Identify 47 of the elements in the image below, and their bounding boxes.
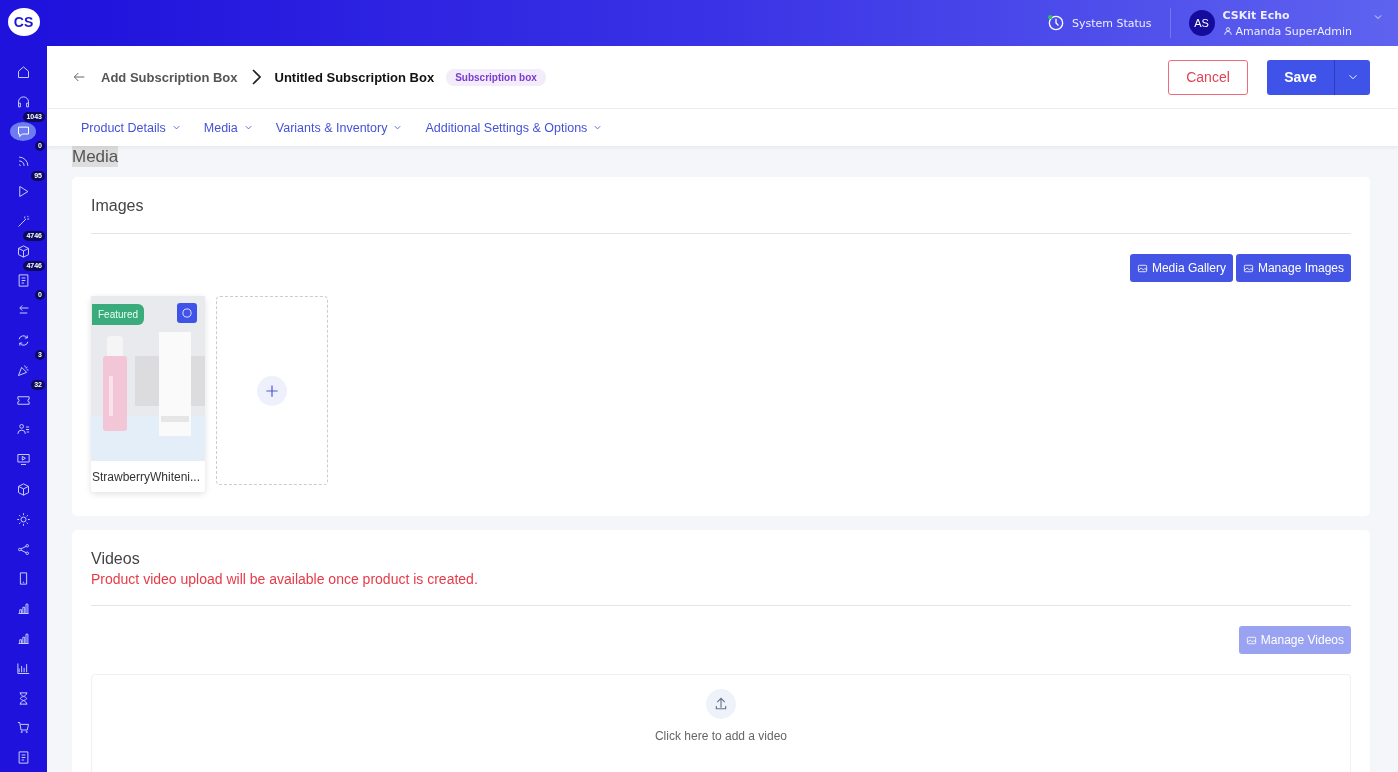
document-icon <box>15 273 31 289</box>
chat-icon <box>15 124 31 140</box>
media-button[interactable]: Media Gallery <box>1129 254 1233 282</box>
logo[interactable]: CS <box>7 8 40 36</box>
document-icon <box>15 750 31 766</box>
cart-icon <box>15 720 31 736</box>
organization-name: CSKit Echo <box>1222 8 1291 22</box>
notice-text: Product video upload will be available once product is created. <box>91 571 479 587</box>
person-icon <box>1222 26 1233 36</box>
chevron-icon <box>251 69 261 85</box>
video-screen-icon <box>15 452 31 468</box>
page-title: Untitled Subscription Box <box>274 69 435 85</box>
image-icon <box>1242 262 1254 274</box>
file-name: StrawberryWhiteni... <box>91 469 202 486</box>
video-upload-area[interactable]: Click here to add a video <box>91 674 1351 772</box>
cancel-button[interactable]: Cancel <box>1168 59 1248 95</box>
section-tab[interactable]: Media <box>203 120 254 135</box>
share-icon <box>15 541 31 557</box>
upload-hint: Click here to add a video <box>654 729 788 743</box>
avatar[interactable]: AS <box>1188 10 1215 36</box>
sidebar-item[interactable] <box>10 122 36 142</box>
section-tab[interactable]: Variants & Inventory <box>275 120 404 135</box>
section-title: Media <box>72 146 119 167</box>
section-tab[interactable]: Additional Settings & Options <box>425 120 604 135</box>
system-status-button[interactable]: System Status <box>1045 13 1152 33</box>
image-tile[interactable]: Featured StrawberryWhiteni... <box>91 296 205 492</box>
save-options-button[interactable] <box>1334 59 1370 95</box>
upload-icon <box>706 689 736 719</box>
image-icon <box>1136 262 1148 274</box>
save-button[interactable]: Save <box>1267 59 1334 95</box>
home-icon <box>15 64 31 80</box>
type-tag: Subscription box <box>446 68 546 86</box>
cube-icon <box>15 481 31 497</box>
featured-badge: Featured <box>92 304 145 325</box>
breadcrumb-link[interactable]: Add Subscription Box <box>101 69 238 85</box>
more-button[interactable] <box>177 303 197 323</box>
headset-icon <box>15 94 31 110</box>
add-image-tile[interactable] <box>216 296 328 485</box>
user-name: Amanda SuperAdmin <box>1235 24 1352 38</box>
plus-icon <box>257 375 287 406</box>
media-button[interactable]: Manage Images <box>1235 254 1351 282</box>
card-title: Images <box>91 197 145 215</box>
image-icon <box>1245 634 1257 646</box>
clock-icon <box>1045 13 1066 33</box>
cube-icon <box>15 243 31 259</box>
section-tab[interactable]: Product Details <box>81 120 182 135</box>
card-title: Videos <box>91 550 141 568</box>
